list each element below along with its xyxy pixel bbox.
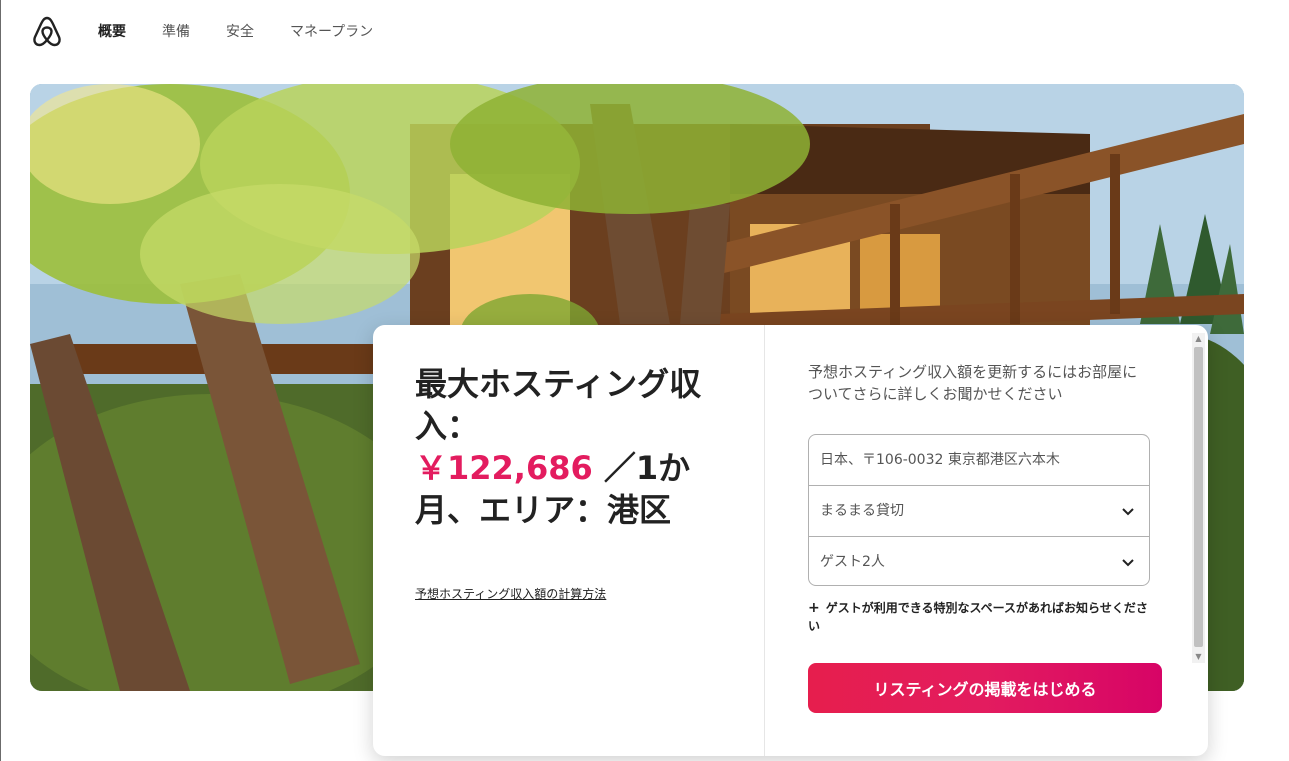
tab-safety[interactable]: 安全 [226, 22, 254, 42]
scrollbar-thumb[interactable] [1194, 347, 1203, 647]
earnings-headline: 最大ホスティング収入： ￥122,686 ／1か月、エリア：港区 [415, 363, 725, 531]
tab-money-plan[interactable]: マネープラン [290, 22, 373, 42]
add-space-label: ゲストが利用できる特別なスペースがあればお知らせください [808, 601, 1148, 633]
intro-text: 予想ホスティング収入額を更新するにはお部屋についてさらに詳しくお聞かせください [808, 363, 1138, 403]
guests-select[interactable]: ゲスト2人 [809, 537, 1149, 585]
chevron-down-icon [1122, 559, 1134, 567]
headline-prefix: 最大ホスティング収入： [415, 365, 702, 445]
scrollbar[interactable]: ▲ ▼ [1192, 333, 1205, 663]
tab-overview[interactable]: 概要 [98, 22, 126, 42]
airbnb-logo-icon[interactable] [30, 14, 64, 50]
earnings-card: 最大ホスティング収入： ￥122,686 ／1か月、エリア：港区 予想ホスティン… [373, 325, 1208, 756]
listing-form: 日本、〒106-0032 東京都港区六本木 まるまる貸切 ゲスト2人 [808, 434, 1150, 586]
address-value: 日本、〒106-0032 東京都港区六本木 [820, 452, 1060, 468]
room-type-select[interactable]: まるまる貸切 [809, 486, 1149, 537]
room-type-value: まるまる貸切 [820, 503, 904, 519]
add-special-space-link[interactable]: + ゲストが利用できる特別なスペースがあればお知らせください [808, 599, 1158, 635]
calculation-method-link[interactable]: 予想ホスティング収入額の計算方法 [415, 585, 606, 602]
window-edge [0, 0, 1, 761]
plus-icon: + [808, 600, 820, 616]
guests-value: ゲスト2人 [820, 554, 885, 570]
chevron-down-icon [1122, 508, 1134, 516]
scroll-up-icon[interactable]: ▲ [1192, 333, 1205, 345]
start-listing-button[interactable]: リスティングの掲載をはじめる [808, 663, 1162, 713]
earnings-amount: ￥122,686 [415, 449, 593, 487]
scroll-down-icon[interactable]: ▼ [1192, 651, 1205, 663]
card-divider [764, 325, 765, 756]
tab-preparation[interactable]: 準備 [162, 22, 190, 42]
top-nav: 概要 準備 安全 マネープラン [98, 22, 409, 42]
address-field[interactable]: 日本、〒106-0032 東京都港区六本木 [809, 435, 1149, 486]
